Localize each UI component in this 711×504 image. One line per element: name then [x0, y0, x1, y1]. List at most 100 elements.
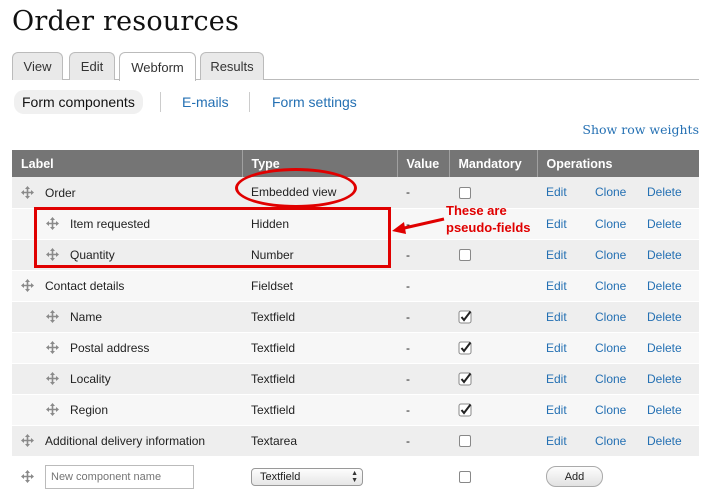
drag-handle-icon[interactable] [21, 186, 34, 200]
new-component-name-input[interactable] [45, 464, 194, 489]
edit-link[interactable]: Edit [546, 403, 595, 417]
column-header-type: Type [242, 150, 398, 177]
new-mandatory-checkbox[interactable] [459, 471, 471, 484]
edit-link[interactable]: Edit [546, 279, 595, 293]
tab-results[interactable]: Results [200, 52, 264, 80]
component-type-select[interactable]: Textfield ▲ ▼ [251, 467, 363, 486]
tab-view[interactable]: View [12, 52, 63, 80]
show-row-weights-link[interactable]: Show row weights [582, 122, 699, 137]
delete-link[interactable]: Delete [647, 248, 682, 262]
tab-webform[interactable]: Webform [119, 52, 196, 81]
table-row[interactable]: Postal address Textfield - Edit Clone Delete [12, 332, 699, 364]
component-value: - [397, 208, 449, 240]
component-type: Textfield [242, 301, 397, 333]
edit-link[interactable]: Edit [546, 341, 595, 355]
edit-link[interactable]: Edit [546, 185, 595, 199]
column-header-value: Value [397, 150, 450, 177]
subtab-divider [160, 92, 161, 112]
component-type: Textarea [242, 425, 397, 457]
component-value: - [397, 301, 449, 333]
column-header-operations: Operations [537, 150, 699, 177]
clone-link[interactable]: Clone [595, 217, 647, 231]
component-label: Name [70, 309, 103, 324]
component-label: Item requested [70, 216, 151, 231]
drag-handle-icon[interactable] [46, 372, 59, 386]
mandatory-checkbox-checked[interactable] [458, 372, 472, 386]
clone-link[interactable]: Clone [595, 372, 647, 386]
drag-handle-icon[interactable] [21, 279, 34, 293]
clone-link[interactable]: Clone [595, 434, 647, 448]
primary-tabs: View Edit Webform Results [12, 52, 699, 81]
clone-link[interactable]: Clone [595, 185, 647, 199]
drag-handle-icon[interactable] [46, 310, 59, 324]
clone-link[interactable]: Clone [595, 310, 647, 324]
page-title: Order resources [12, 6, 240, 37]
component-type: Number [242, 239, 397, 271]
table-row[interactable]: Item requested Hidden - Edit Clone Delete [12, 208, 699, 240]
component-value: - [397, 239, 449, 271]
edit-link[interactable]: Edit [546, 248, 595, 262]
edit-link[interactable]: Edit [546, 434, 595, 448]
column-header-mandatory: Mandatory [449, 150, 538, 177]
table-row[interactable]: Additional delivery information Textarea -… [12, 425, 699, 457]
component-type: Hidden [242, 208, 397, 240]
drag-handle-icon[interactable] [46, 341, 59, 355]
mandatory-checkbox-checked[interactable] [458, 310, 472, 324]
mandatory-checkbox[interactable] [459, 249, 471, 262]
clone-link[interactable]: Clone [595, 341, 647, 355]
edit-link[interactable]: Edit [546, 372, 595, 386]
delete-link[interactable]: Delete [647, 434, 682, 448]
edit-link[interactable]: Edit [546, 310, 595, 324]
add-component-button[interactable]: Add [546, 466, 603, 487]
component-label: Order [45, 185, 76, 200]
subtab-form-settings[interactable]: Form settings [272, 90, 357, 114]
mandatory-checkbox-checked[interactable] [458, 403, 472, 417]
clone-link[interactable]: Clone [595, 279, 647, 293]
edit-link[interactable]: Edit [546, 217, 595, 231]
delete-link[interactable]: Delete [647, 372, 682, 386]
tab-edit[interactable]: Edit [69, 52, 115, 80]
component-label: Quantity [70, 247, 115, 262]
new-component-row: Textfield ▲▼ Add [12, 456, 699, 498]
delete-link[interactable]: Delete [647, 217, 682, 231]
component-value: - [397, 332, 449, 364]
drag-handle-icon[interactable] [46, 217, 59, 231]
subtab-divider [249, 92, 250, 112]
table-row[interactable]: Region Textfield - Edit Clone Delete [12, 394, 699, 426]
subtab-e-mails[interactable]: E-mails [182, 90, 229, 114]
delete-link[interactable]: Delete [647, 341, 682, 355]
subtab-form-components[interactable]: Form components [14, 90, 143, 114]
drag-handle-icon[interactable] [46, 248, 59, 262]
drag-handle-icon[interactable] [46, 403, 59, 417]
component-value: - [397, 363, 449, 395]
clone-link[interactable]: Clone [595, 248, 647, 262]
mandatory-checkbox-checked[interactable] [458, 341, 472, 355]
component-value: - [397, 425, 449, 457]
component-value: - [397, 270, 449, 302]
component-label: Contact details [45, 278, 125, 293]
component-value: - [397, 177, 449, 209]
component-label: Postal address [70, 340, 150, 355]
clone-link[interactable]: Clone [595, 403, 647, 417]
table-header-row: Label Type Value Mandatory Operations [12, 150, 699, 177]
delete-link[interactable]: Delete [647, 185, 682, 199]
drag-handle-icon[interactable] [21, 434, 34, 448]
table-row[interactable]: Contact details Fieldset - Edit Clone Delete [12, 270, 699, 302]
component-type: Textfield [242, 332, 397, 364]
column-header-label: Label [12, 150, 243, 177]
select-arrows-icon: ▲ ▼ [351, 469, 358, 484]
mandatory-checkbox[interactable] [459, 187, 471, 200]
component-label: Region [70, 402, 109, 417]
component-type: Embedded view [242, 177, 397, 209]
mandatory-checkbox[interactable] [459, 435, 471, 448]
table-row[interactable]: Locality Textfield - Edit Clone Delete [12, 363, 699, 395]
table-row[interactable]: Name Textfield - Edit Clone Delete [12, 301, 699, 333]
components-table: Label Type Value Mandatory Operations Or… [12, 150, 699, 498]
table-row[interactable]: Order Embedded view - Edit Clone Delete [12, 177, 699, 209]
delete-link[interactable]: Delete [647, 279, 682, 293]
delete-link[interactable]: Delete [647, 310, 682, 324]
table-row[interactable]: Quantity Number - Edit Clone Delete [12, 239, 699, 271]
delete-link[interactable]: Delete [647, 403, 682, 417]
drag-handle-icon[interactable] [21, 469, 34, 483]
component-type: Fieldset [242, 270, 397, 302]
